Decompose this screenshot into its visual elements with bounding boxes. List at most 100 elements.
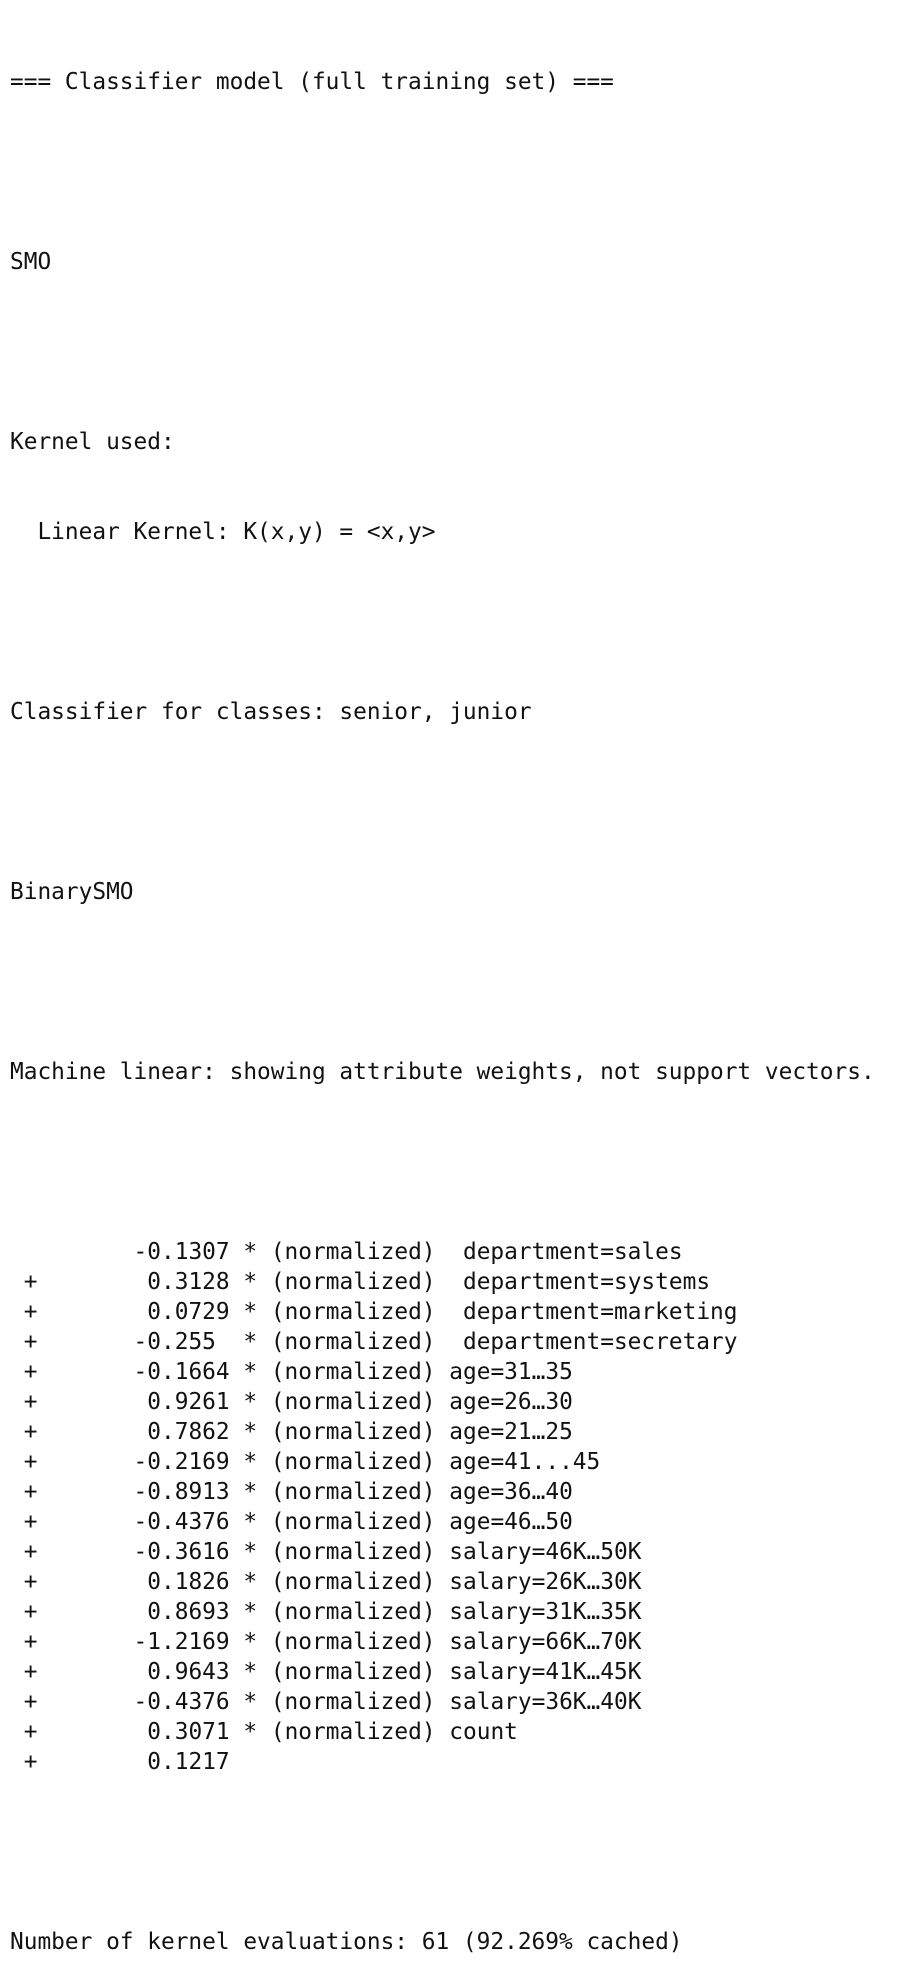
attribute-name: age=46…50 bbox=[449, 1509, 573, 1535]
multiply-symbol: * bbox=[243, 1689, 258, 1715]
multiply-symbol: * bbox=[243, 1509, 258, 1535]
term-weight: -0.255 bbox=[133, 1329, 216, 1355]
term-sign: + bbox=[23, 1689, 38, 1715]
attribute-name: department=sales bbox=[462, 1239, 683, 1265]
normalized-label: (normalized) bbox=[270, 1479, 436, 1505]
attribute-name: salary=46K…50K bbox=[449, 1539, 642, 1565]
normalized-label: (normalized) bbox=[270, 1269, 436, 1295]
multiply-symbol: * bbox=[243, 1239, 258, 1265]
term-weight: 0.1826 bbox=[147, 1569, 230, 1595]
multiply-symbol: * bbox=[243, 1539, 258, 1565]
weight-term-row: -0.1307 * (normalized) department=sales bbox=[10, 1237, 875, 1267]
multiply-symbol: * bbox=[243, 1659, 258, 1685]
normalized-label: (normalized) bbox=[270, 1659, 436, 1685]
weight-term-row: + 0.0729 * (normalized) department=marke… bbox=[10, 1297, 875, 1327]
weight-term-row: + -1.2169 * (normalized) salary=66K…70K bbox=[10, 1627, 875, 1657]
weight-term-row: + -0.1664 * (normalized) age=31…35 bbox=[10, 1357, 875, 1387]
kernel-value-text: Linear Kernel: K(x,y) = <x,y> bbox=[37, 519, 436, 545]
term-sign: + bbox=[23, 1269, 38, 1295]
binary-smo-name: BinarySMO bbox=[10, 879, 134, 905]
weight-term-row: + 0.1217 bbox=[10, 1747, 875, 1777]
multiply-symbol: * bbox=[243, 1389, 258, 1415]
weight-term-row: + -0.4376 * (normalized) salary=36K…40K bbox=[10, 1687, 875, 1717]
normalized-label: (normalized) bbox=[270, 1329, 436, 1355]
term-sign: + bbox=[23, 1449, 38, 1475]
multiply-symbol: * bbox=[243, 1299, 258, 1325]
term-weight: -0.1307 bbox=[133, 1239, 230, 1265]
term-weight: -0.3616 bbox=[133, 1539, 230, 1565]
attribute-name: age=26…30 bbox=[449, 1389, 573, 1415]
multiply-symbol: * bbox=[243, 1329, 258, 1355]
attribute-name: salary=31K…35K bbox=[449, 1599, 642, 1625]
term-sign: + bbox=[23, 1749, 38, 1775]
classifier-name: SMO bbox=[10, 249, 52, 275]
term-weight: -0.4376 bbox=[133, 1509, 230, 1535]
attribute-weights-list: -0.1307 * (normalized) department=sales … bbox=[10, 1237, 875, 1777]
normalized-label: (normalized) bbox=[270, 1629, 436, 1655]
weight-term-row: + 0.9261 * (normalized) age=26…30 bbox=[10, 1387, 875, 1417]
weight-term-row: + 0.1826 * (normalized) salary=26K…30K bbox=[10, 1567, 875, 1597]
attribute-name: age=41...45 bbox=[449, 1449, 601, 1475]
term-weight: 0.8693 bbox=[147, 1599, 230, 1625]
term-sign: + bbox=[23, 1479, 38, 1505]
weight-term-row: + 0.8693 * (normalized) salary=31K…35K bbox=[10, 1597, 875, 1627]
term-sign: + bbox=[23, 1569, 38, 1595]
term-sign: + bbox=[23, 1539, 38, 1565]
term-sign: + bbox=[23, 1629, 38, 1655]
term-weight: -0.4376 bbox=[133, 1689, 230, 1715]
kernel-label: Kernel used: bbox=[10, 429, 175, 455]
term-sign: + bbox=[23, 1509, 38, 1535]
multiply-symbol: * bbox=[243, 1599, 258, 1625]
classes-line: Classifier for classes: senior, junior bbox=[10, 699, 532, 725]
attribute-name: salary=26K…30K bbox=[449, 1569, 642, 1595]
attribute-name: department=marketing bbox=[463, 1299, 738, 1325]
multiply-symbol: * bbox=[243, 1269, 258, 1295]
weight-term-row: + -0.4376 * (normalized) age=46…50 bbox=[10, 1507, 875, 1537]
normalized-label: (normalized) bbox=[270, 1419, 436, 1445]
multiply-symbol: * bbox=[243, 1629, 258, 1655]
term-weight: 0.9261 bbox=[147, 1389, 230, 1415]
normalized-label: (normalized) bbox=[270, 1569, 436, 1595]
